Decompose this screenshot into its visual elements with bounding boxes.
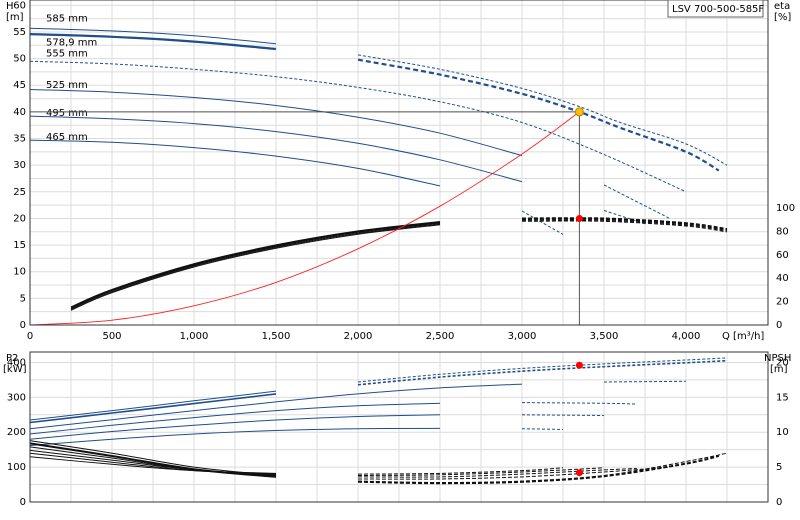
q-axis-label: Q [m³/h]	[722, 331, 764, 342]
h-tick-label: 45	[13, 80, 26, 91]
operating-point-marker	[574, 107, 584, 117]
eta-axis-unit: [%]	[774, 12, 791, 23]
npsh-tick-label: 5	[776, 462, 782, 473]
h-tick-label: 5	[20, 293, 26, 304]
eta-tick-label: 20	[776, 297, 789, 308]
q-tick-label: 3,500	[590, 331, 619, 342]
npsh-tick-label: 10	[776, 427, 789, 438]
grid-bottom	[29, 352, 769, 503]
efficiency-curve-solid	[70, 223, 441, 310]
p2-curve-465-mm-dashed	[521, 428, 564, 430]
npsh-point-marker	[575, 469, 583, 477]
curve-label-525-mm: 525 mm	[46, 80, 88, 91]
npsh-tick-label: 0	[776, 497, 782, 508]
eta-tick-label: 60	[776, 250, 789, 261]
h-axis-label: H	[6, 1, 14, 12]
q-tick-label: 500	[102, 331, 121, 342]
q-tick-label: 1,000	[180, 331, 209, 342]
q-tick-label: 2,500	[426, 331, 455, 342]
efficiency-point-marker	[575, 215, 583, 223]
h-tick-label: 10	[13, 267, 26, 278]
eta-axis-label: eta	[774, 1, 790, 12]
p2-curve-555-mm-dashed	[603, 380, 687, 383]
eta-tick-label: 80	[776, 226, 789, 237]
q-tick-label: 0	[27, 331, 33, 342]
npsh-axis-unit: [m]	[770, 364, 788, 375]
p2-axis-unit: [kW]	[3, 364, 27, 375]
h-tick-label: 0	[20, 320, 26, 331]
npsh-tick-label: 15	[776, 392, 789, 403]
efficiency-curve-solid	[70, 221, 441, 309]
npsh-axis-label: NPSH	[764, 353, 791, 364]
h-tick-label: 50	[13, 54, 26, 65]
h-tick-label: 35	[13, 134, 26, 145]
curve-label-495-mm: 495 mm	[46, 108, 88, 119]
p2-point-marker	[575, 361, 583, 369]
chart-title: LSV 700-500-585F	[672, 4, 764, 15]
q-tick-label: 3,000	[508, 331, 537, 342]
h-tick-label: 60	[13, 0, 26, 11]
h-tick-label: 15	[13, 240, 26, 251]
q-tick-label: 1,500	[262, 331, 291, 342]
q-tick-label: 2,000	[344, 331, 373, 342]
h-tick-label: 40	[13, 107, 26, 118]
p2-tick-label: 300	[7, 392, 26, 403]
h-tick-label: 25	[13, 187, 26, 198]
chart-svg: 585 mm 578,9 mm555 mm 525 mm 495 mm 465 mm 0…	[3, 0, 795, 508]
power-npsh-curves	[29, 357, 728, 485]
q-tick-label: 4,000	[672, 331, 701, 342]
h-tick-label: 20	[13, 213, 26, 224]
head-curve-465-mm-dashed	[521, 210, 564, 235]
p2-tick-label: 0	[20, 497, 26, 508]
curve-label-465-mm: 465 mm	[46, 132, 88, 143]
p2-axis-label: P2	[6, 353, 18, 364]
p2-tick-label: 100	[7, 462, 26, 473]
grid-top	[29, 0, 769, 326]
p2-curve-525-mm-dashed	[521, 402, 637, 405]
head-curves: 585 mm 578,9 mm555 mm 525 mm 495 mm 465 mm	[29, 14, 728, 326]
eta-tick-label: 40	[776, 273, 789, 284]
curve-label-585-mm: 585 mm	[46, 14, 88, 25]
h-tick-label: 30	[13, 160, 26, 171]
eta-tick-label: 0	[776, 320, 782, 331]
h-tick-label: 55	[13, 27, 26, 38]
curve-label-555-mm: 555 mm	[46, 48, 88, 59]
efficiency-curve-solid	[70, 224, 441, 311]
p2-tick-label: 200	[7, 427, 26, 438]
h-axis-unit: [m]	[6, 12, 24, 23]
npsh-curve-585-mm-dashed	[357, 452, 728, 484]
curve-label-578-9-mm: 578,9 mm	[46, 38, 97, 49]
pump-curve-chart: 585 mm 578,9 mm 555 mm 525 mm 495 mm 465 mm 0…	[0, 0, 800, 520]
eta-tick-label: 100	[776, 203, 795, 214]
